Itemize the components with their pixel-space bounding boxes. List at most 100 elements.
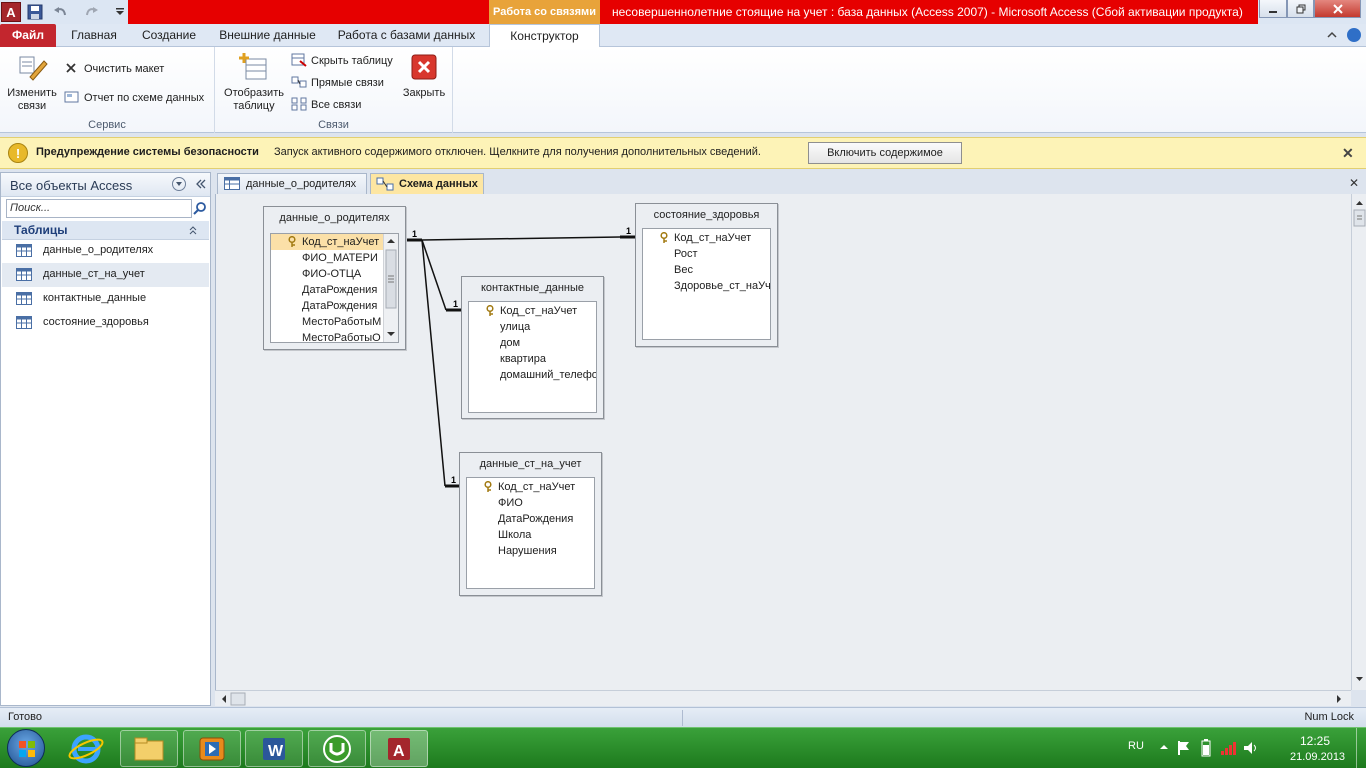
tab-design[interactable]: Конструктор [489,24,600,48]
table-title[interactable]: данные_ст_на_учет [460,453,601,473]
minimize-button[interactable] [1259,0,1287,18]
field-item[interactable]: ФИО [467,495,594,511]
close-security-bar-icon[interactable]: ✕ [1342,145,1354,162]
field-list[interactable]: Код_ст_наУчет Рост Вес Здоровье_ст_наУч [642,228,771,340]
table-title[interactable]: контактные_данные [462,277,603,297]
field-item[interactable]: Здоровье_ст_наУч [643,278,770,294]
volume-icon[interactable] [1243,740,1259,759]
direct-relations-button[interactable]: Прямые связи [291,74,384,92]
hide-table-button[interactable]: Скрыть таблицу [291,52,393,70]
search-icon[interactable] [193,201,207,218]
action-center-flag-icon[interactable] [1177,740,1191,759]
field-item[interactable]: Рост [643,246,770,262]
nav-search-input[interactable]: Поиск... [6,199,192,218]
collapse-category-icon[interactable] [188,224,198,239]
show-hidden-icons-icon[interactable] [1159,742,1169,755]
field-item[interactable]: ФИО-ОТЦА [271,266,384,282]
restore-button[interactable] [1287,0,1314,18]
nav-dropdown-icon[interactable] [172,177,186,191]
folder-icon [134,737,164,760]
clock-time[interactable]: 12:25 [1300,734,1330,748]
close-window-button[interactable] [1314,0,1361,18]
collapse-nav-pane-icon[interactable] [194,177,206,194]
tab-create[interactable]: Создание [135,24,203,47]
field-item[interactable]: Школа [467,527,594,543]
canvas-horizontal-scrollbar[interactable] [215,690,1351,706]
field-item[interactable]: улица [469,319,596,335]
field-list[interactable]: Код_ст_наУчет ФИО_МАТЕРИ ФИО-ОТЦА ДатаРо… [270,233,399,343]
relation-line[interactable] [421,239,446,487]
table-box-parents-data[interactable]: данные_о_родителях Код_ст_наУчет ФИО_МАТ… [263,206,406,350]
relations-report-button[interactable]: Отчет по схеме данных [64,89,204,107]
help-icon[interactable] [1347,28,1361,42]
table-box-students-on-record[interactable]: данные_ст_на_учет Код_ст_наУчет ФИО Дата… [459,452,602,596]
close-relations-button[interactable]: Закрыть [399,51,449,100]
taskbar-access-button[interactable]: A [370,730,428,767]
field-item[interactable]: ДатаРождения [271,282,384,298]
doc-tab-relationships[interactable]: Схема данных [370,173,484,194]
nav-item-students-on-record[interactable]: данные_ст_на_учет [2,263,209,287]
close-document-icon[interactable]: ✕ [1349,176,1359,190]
tab-file[interactable]: Файл [0,24,56,47]
field-item[interactable]: дом [469,335,596,351]
direct-relations-icon [291,75,307,91]
clear-layout-button[interactable]: Очистить макет [64,60,164,78]
field-item[interactable]: Код_ст_наУчет [271,234,384,250]
field-item[interactable]: Вес [643,262,770,278]
nav-item-contact-data[interactable]: контактные_данные [2,287,209,311]
minimize-ribbon-icon[interactable] [1326,29,1338,44]
tab-database-tools[interactable]: Работа с базами данных [334,24,479,47]
undo-icon[interactable] [50,2,70,22]
relationships-canvas[interactable]: 1 1 1 1 данные_о_родителях Код_ст_наУчет… [215,194,1351,690]
security-warning-message[interactable]: Запуск активного содержимого отключен. Щ… [274,146,761,158]
field-item[interactable]: ФИО_МАТЕРИ [271,250,384,266]
taskbar-word-button[interactable]: W [245,730,303,767]
table-box-contact-data[interactable]: контактные_данные Код_ст_наУчет улица до… [461,276,604,419]
field-item[interactable]: МестоРаботыМ [271,314,384,330]
canvas-vertical-scrollbar[interactable] [1351,194,1366,690]
tab-home[interactable]: Главная [64,24,124,47]
field-item[interactable]: домашний_телефо [469,367,596,383]
relation-line[interactable] [421,236,621,241]
field-item[interactable]: Код_ст_наУчет [469,303,596,319]
nav-pane-header[interactable]: Все объекты Access [1,173,210,197]
tab-external-data[interactable]: Внешние данные [215,24,320,47]
redo-icon[interactable] [82,2,102,22]
field-list[interactable]: Код_ст_наУчет улица дом квартира домашни… [468,301,597,413]
field-list[interactable]: Код_ст_наУчет ФИО ДатаРождения Школа Нар… [466,477,595,589]
table-box-health-status[interactable]: состояние_здоровья Код_ст_наУчет Рост Ве… [635,203,778,347]
show-desktop-button[interactable] [1356,728,1366,768]
internet-explorer-icon[interactable] [66,732,106,767]
all-relations-button[interactable]: Все связи [291,96,361,114]
field-list-scrollbar[interactable] [383,234,398,342]
field-item[interactable]: МестоРаботыО [271,330,384,342]
access-app-icon[interactable]: A [1,2,21,22]
field-item[interactable]: Нарушения [467,543,594,559]
start-button[interactable] [7,729,45,767]
field-item[interactable]: Код_ст_наУчет [467,479,594,495]
nav-item-parents-data[interactable]: данные_о_родителях [2,239,209,263]
customize-qat-icon[interactable] [113,2,127,22]
field-item[interactable]: ДатаРождения [271,298,384,314]
table-title[interactable]: данные_о_родителях [264,207,405,227]
primary-key-icon [288,235,298,247]
language-indicator[interactable]: RU [1128,740,1144,752]
field-item[interactable]: ДатаРождения [467,511,594,527]
show-table-button[interactable]: Отобразить таблицу [219,51,289,113]
enable-content-button[interactable]: Включить содержимое [808,142,962,164]
doc-tab-parents-data[interactable]: данные_о_родителях [217,173,367,194]
edit-relations-button[interactable]: Изменить связи [2,51,62,113]
save-icon[interactable] [25,2,45,22]
taskbar-explorer-button[interactable] [120,730,178,767]
battery-icon[interactable] [1201,739,1211,760]
clock-date[interactable]: 21.09.2013 [1290,751,1345,763]
field-item[interactable]: квартира [469,351,596,367]
table-title[interactable]: состояние_здоровья [636,204,777,224]
category-tables[interactable]: Таблицы [2,221,209,240]
nav-item-health-status[interactable]: состояние_здоровья [2,311,209,335]
primary-key-icon [486,304,496,316]
field-item[interactable]: Код_ст_наУчет [643,230,770,246]
taskbar-media-player-button[interactable] [183,730,241,767]
taskbar-utorrent-button[interactable] [308,730,366,767]
network-signal-icon[interactable] [1220,740,1236,759]
